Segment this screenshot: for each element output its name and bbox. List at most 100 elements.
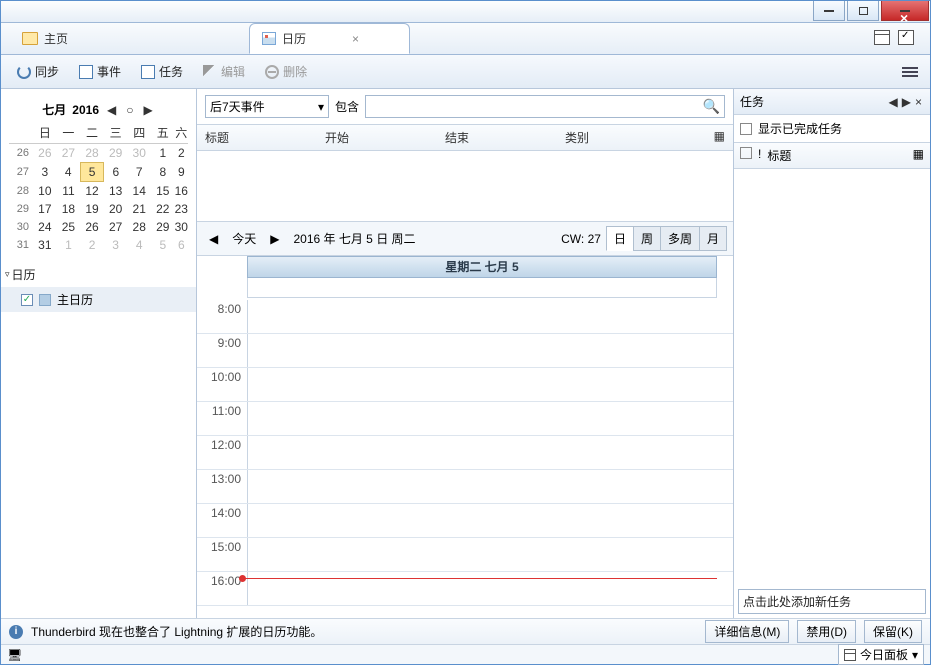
new-task-button[interactable]: 任务 <box>133 59 191 84</box>
mini-day[interactable]: 29 <box>104 144 128 163</box>
mini-day[interactable]: 30 <box>127 144 151 163</box>
edit-button[interactable]: 编辑 <box>195 59 253 84</box>
show-done-checkbox[interactable] <box>740 123 752 135</box>
calendar-item-home[interactable]: ✓ 主日历 <box>1 287 196 312</box>
calendar-toggle-icon[interactable] <box>874 30 890 45</box>
mini-day[interactable]: 27 <box>57 144 81 163</box>
task-col-priority[interactable]: ! <box>758 147 761 164</box>
hour-row[interactable]: 8:00 <box>197 300 733 334</box>
mini-day[interactable]: 11 <box>57 182 81 201</box>
mini-day[interactable]: 24 <box>33 218 57 236</box>
mini-day[interactable]: 16 <box>175 182 188 201</box>
mini-day[interactable]: 25 <box>57 218 81 236</box>
mini-day[interactable]: 26 <box>80 218 104 236</box>
task-list[interactable] <box>734 169 930 585</box>
mini-day[interactable]: 22 <box>151 200 175 218</box>
mini-day[interactable]: 21 <box>127 200 151 218</box>
mini-day[interactable]: 10 <box>33 182 57 201</box>
window-minimize[interactable] <box>813 1 845 21</box>
mini-day[interactable]: 7 <box>127 163 151 182</box>
col-end[interactable]: 结束 <box>445 129 565 146</box>
view-month[interactable]: 月 <box>699 226 727 251</box>
mini-day[interactable]: 9 <box>175 163 188 182</box>
allday-row[interactable] <box>247 278 717 298</box>
mini-day[interactable]: 12 <box>80 182 104 201</box>
tab-home[interactable]: 主页 <box>13 23 129 54</box>
mini-day[interactable]: 4 <box>57 163 81 182</box>
hour-row[interactable]: 12:00 <box>197 436 733 470</box>
hour-row[interactable]: 15:00 <box>197 538 733 572</box>
mini-day[interactable]: 5 <box>80 163 104 182</box>
mini-day[interactable]: 27 <box>104 218 128 236</box>
date-prev-button[interactable]: ◀ <box>203 230 224 248</box>
mini-day[interactable]: 6 <box>104 163 128 182</box>
task-col-title[interactable]: 标题 <box>767 147 912 164</box>
view-day[interactable]: 日 <box>606 226 634 251</box>
calendars-heading[interactable]: ▿日历 <box>1 262 196 287</box>
mini-day[interactable]: 15 <box>151 182 175 201</box>
mini-day[interactable]: 5 <box>151 236 175 254</box>
mini-day[interactable]: 1 <box>151 144 175 163</box>
mini-day[interactable]: 30 <box>175 218 188 236</box>
col-start[interactable]: 开始 <box>325 129 445 146</box>
col-title[interactable]: 标题 <box>205 129 325 146</box>
hour-row[interactable]: 13:00 <box>197 470 733 504</box>
sync-button[interactable]: 同步 <box>9 59 67 84</box>
mini-day[interactable]: 8 <box>151 163 175 182</box>
mini-today-button[interactable]: ○ <box>124 103 135 117</box>
mini-day[interactable]: 28 <box>127 218 151 236</box>
hour-row[interactable]: 11:00 <box>197 402 733 436</box>
tasks-close-button[interactable]: × <box>913 95 924 109</box>
range-dropdown[interactable]: 后7天事件▾ <box>205 95 329 118</box>
date-next-button[interactable]: ▶ <box>264 230 285 248</box>
mini-day[interactable]: 14 <box>127 182 151 201</box>
task-col-picker-icon[interactable]: ▦ <box>913 147 924 164</box>
delete-button[interactable]: 删除 <box>257 59 315 84</box>
mini-day[interactable]: 2 <box>175 144 188 163</box>
mini-day[interactable]: 4 <box>127 236 151 254</box>
mini-day[interactable]: 2 <box>80 236 104 254</box>
today-button[interactable]: 今天 <box>224 228 264 249</box>
col-picker-icon[interactable]: ▦ <box>714 129 725 146</box>
tasks-prev-button[interactable]: ◀ <box>887 95 900 109</box>
mini-day[interactable]: 1 <box>57 236 81 254</box>
tasks-next-button[interactable]: ▶ <box>900 95 913 109</box>
mini-day[interactable]: 3 <box>104 236 128 254</box>
hour-row[interactable]: 14:00 <box>197 504 733 538</box>
view-multiweek[interactable]: 多周 <box>660 226 700 251</box>
mini-day[interactable]: 26 <box>33 144 57 163</box>
task-col-check[interactable] <box>740 147 752 159</box>
disable-button[interactable]: 禁用(D) <box>797 620 856 643</box>
menu-button[interactable] <box>898 63 922 81</box>
mini-day[interactable]: 3 <box>33 163 57 182</box>
search-input[interactable]: 🔍 <box>365 95 725 118</box>
mini-day[interactable]: 17 <box>33 200 57 218</box>
tasks-toggle-icon[interactable] <box>898 30 914 45</box>
mini-next-button[interactable]: ▶ <box>141 103 154 117</box>
mini-day[interactable]: 6 <box>175 236 188 254</box>
add-task-input[interactable]: 点击此处添加新任务 <box>738 589 926 614</box>
mini-day[interactable]: 19 <box>80 200 104 218</box>
mini-day[interactable]: 29 <box>151 218 175 236</box>
mini-day[interactable]: 18 <box>57 200 81 218</box>
view-week[interactable]: 周 <box>633 226 661 251</box>
mini-day[interactable]: 23 <box>175 200 188 218</box>
mini-day[interactable]: 28 <box>80 144 104 163</box>
mini-day[interactable]: 13 <box>104 182 128 201</box>
keep-button[interactable]: 保留(K) <box>864 620 922 643</box>
time-scroll[interactable]: 8:009:0010:0011:0012:0013:0014:0015:0016… <box>197 300 733 618</box>
window-maximize[interactable] <box>847 1 879 21</box>
today-panel-button[interactable]: 今日面板 ▾ <box>838 644 924 665</box>
mini-day[interactable]: 20 <box>104 200 128 218</box>
window-close[interactable]: × <box>881 1 929 21</box>
tab-close-icon[interactable]: × <box>352 32 359 46</box>
hour-row[interactable]: 10:00 <box>197 368 733 402</box>
calendar-checkbox[interactable]: ✓ <box>21 294 33 306</box>
tab-calendar[interactable]: 日历 × <box>249 23 410 54</box>
hour-row[interactable]: 9:00 <box>197 334 733 368</box>
mini-day[interactable]: 31 <box>33 236 57 254</box>
mini-prev-button[interactable]: ◀ <box>105 103 118 117</box>
col-category[interactable]: 类别 <box>565 129 714 146</box>
new-event-button[interactable]: 事件 <box>71 59 129 84</box>
event-list[interactable] <box>197 151 733 221</box>
